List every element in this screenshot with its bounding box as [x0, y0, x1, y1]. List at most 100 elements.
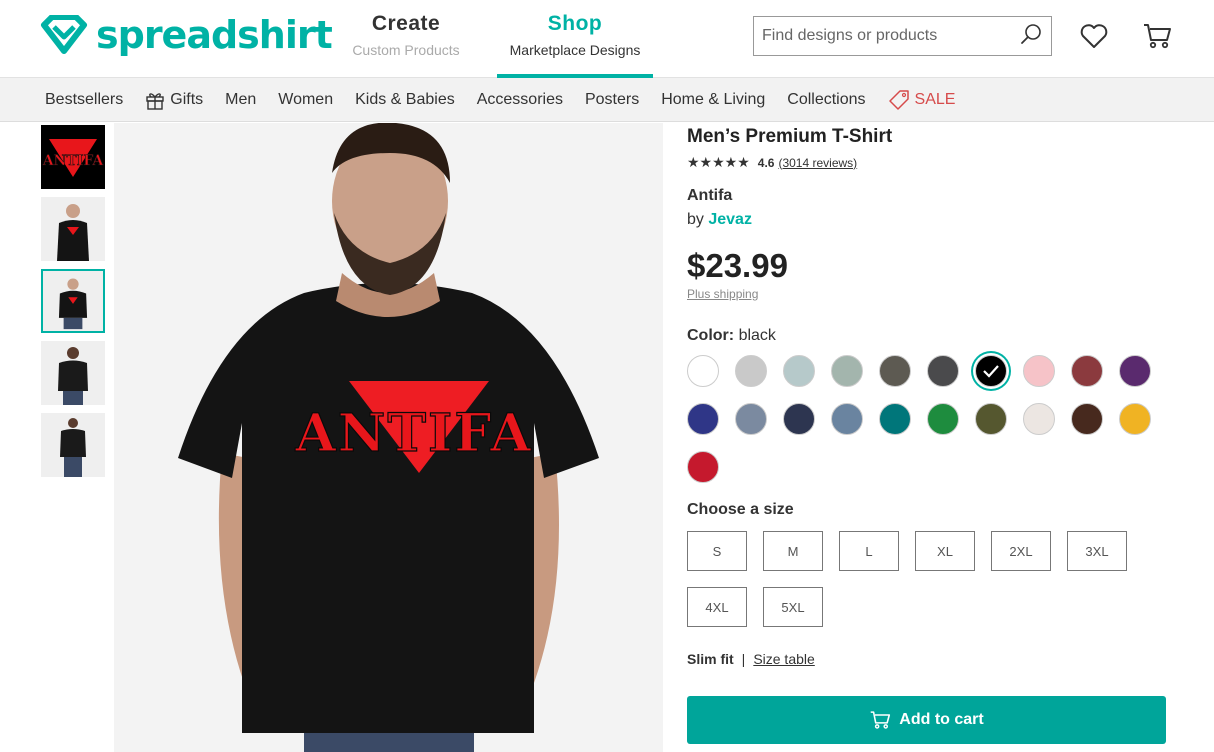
size-options: S M L XL 2XL 3XL 4XL 5XL [687, 531, 1167, 627]
size-m[interactable]: M [763, 531, 823, 571]
design-name: Antifa [687, 187, 733, 204]
nav-item-label: Men [225, 90, 257, 108]
color-swatch[interactable] [879, 403, 911, 435]
color-swatch[interactable] [831, 403, 863, 435]
rating-row: ★★★★★ 4.6 (3014 reviews) [687, 154, 1167, 171]
color-swatch[interactable] [687, 451, 719, 483]
nav-item-label: Bestsellers [45, 90, 124, 108]
price: $23.99 [687, 247, 788, 284]
nav-item-label: Gifts [170, 90, 204, 108]
color-label-value: black [738, 327, 776, 344]
logo-text: spreadshirt [96, 13, 333, 57]
svg-text:ANTIFA: ANTIFA [42, 153, 105, 169]
color-swatch[interactable] [1023, 403, 1055, 435]
category-nav: Bestsellers Gifts Men Women Kids & Babie… [0, 78, 1214, 122]
nav-item-label: Women [278, 90, 334, 108]
nav-men[interactable]: Men [225, 91, 256, 109]
nav-gifts[interactable]: Gifts [145, 90, 203, 110]
add-to-cart-label: Add to cart [899, 711, 984, 728]
reviews-link[interactable]: (3014 reviews) [778, 156, 857, 170]
rating-score: 4.6 [757, 155, 775, 170]
nav-item-label: Home & Living [661, 90, 766, 108]
color-swatch[interactable] [831, 355, 863, 387]
nav-item-label: SALE [914, 90, 956, 108]
nav-kids-babies[interactable]: Kids & Babies [355, 91, 455, 109]
add-to-cart-button[interactable]: Add to cart [687, 696, 1166, 744]
checkmark-icon [983, 365, 999, 378]
nav-item-label: Posters [584, 90, 640, 108]
size-table-link[interactable]: Size table [753, 651, 814, 667]
fit-separator: | [741, 651, 746, 667]
designer-link[interactable]: Jevaz [708, 211, 752, 228]
search-input[interactable] [762, 27, 1019, 45]
spreadshirt-logo[interactable]: spreadshirt [40, 13, 333, 57]
size-l[interactable]: L [839, 531, 899, 571]
product-details: Men’s Premium T-Shirt ★★★★★ 4.6 (3014 re… [687, 126, 1167, 667]
size-s[interactable]: S [687, 531, 747, 571]
nav-collections[interactable]: Collections [787, 91, 865, 109]
create-tab-subtitle: Custom Products [352, 42, 460, 58]
color-swatch[interactable] [687, 403, 719, 435]
nav-sale[interactable]: SALE [888, 89, 956, 111]
search-icon[interactable] [1019, 22, 1043, 51]
color-swatch[interactable] [783, 403, 815, 435]
color-swatch[interactable] [783, 355, 815, 387]
size-4xl[interactable]: 4XL [687, 587, 747, 627]
color-swatch[interactable] [687, 355, 719, 387]
size-label: Choose a size [687, 501, 794, 518]
create-tab-title: Create [371, 12, 441, 35]
color-swatch[interactable] [879, 355, 911, 387]
thumbnail-model-front-close[interactable] [41, 197, 105, 261]
create-tab[interactable]: Create Custom Products [345, 12, 467, 78]
thumbnail-model-front[interactable] [41, 269, 105, 333]
shop-tab-title: Shop [547, 12, 603, 35]
price-tag-icon [888, 89, 909, 110]
shop-tab-subtitle: Marketplace Designs [509, 42, 641, 58]
color-swatch[interactable] [975, 355, 1007, 387]
nav-item-label: Kids & Babies [355, 90, 455, 108]
color-label: Color: black [687, 327, 1167, 345]
thumbnail-design[interactable]: ANTIFA [41, 125, 105, 189]
heart-icon[interactable] [1078, 20, 1110, 52]
size-2xl[interactable]: 2XL [991, 531, 1051, 571]
color-swatch[interactable] [735, 403, 767, 435]
color-swatch[interactable] [1071, 355, 1103, 387]
shop-tab[interactable]: Shop Marketplace Designs [497, 12, 653, 78]
nav-item-label: Accessories [476, 90, 563, 108]
thumbnail-list: ANTIFA [41, 125, 105, 485]
nav-posters[interactable]: Posters [585, 91, 639, 109]
nav-bestsellers[interactable]: Bestsellers [45, 91, 123, 109]
size-3xl[interactable]: 3XL [1067, 531, 1127, 571]
color-swatch[interactable] [975, 403, 1007, 435]
gift-icon [146, 92, 164, 110]
fit-label: Slim fit [687, 651, 734, 667]
thumbnail-model-back[interactable] [41, 341, 105, 405]
nav-home-living[interactable]: Home & Living [661, 91, 765, 109]
color-swatch[interactable] [1119, 355, 1151, 387]
nav-women[interactable]: Women [278, 91, 333, 109]
cart-icon[interactable] [1141, 20, 1173, 52]
logo-diamond-icon [41, 15, 87, 54]
shipping-link[interactable]: Plus shipping [687, 287, 1167, 301]
thumbnail-model-back-full[interactable] [41, 413, 105, 477]
designer-line: by Jevaz [687, 211, 1167, 229]
nav-item-label: Collections [787, 90, 866, 108]
size-5xl[interactable]: 5XL [763, 587, 823, 627]
color-swatch[interactable] [1071, 403, 1103, 435]
color-swatch[interactable] [927, 403, 959, 435]
color-swatch[interactable] [927, 355, 959, 387]
cart-icon [870, 711, 891, 729]
color-label-key: Color: [687, 327, 735, 344]
color-swatch[interactable] [1023, 355, 1055, 387]
product-main-image: ANTIFA [114, 123, 663, 752]
svg-text:ANTIFA: ANTIFA [294, 403, 532, 464]
product-title: Men’s Premium T-Shirt [687, 126, 893, 147]
size-xl[interactable]: XL [915, 531, 975, 571]
site-header: spreadshirt Create Custom Products Shop … [0, 0, 1214, 78]
color-swatch[interactable] [1119, 403, 1151, 435]
color-swatch[interactable] [735, 355, 767, 387]
search-box [753, 16, 1052, 56]
star-rating-icon: ★★★★★ [687, 154, 750, 170]
nav-accessories[interactable]: Accessories [477, 91, 563, 109]
by-label: by [687, 211, 704, 228]
